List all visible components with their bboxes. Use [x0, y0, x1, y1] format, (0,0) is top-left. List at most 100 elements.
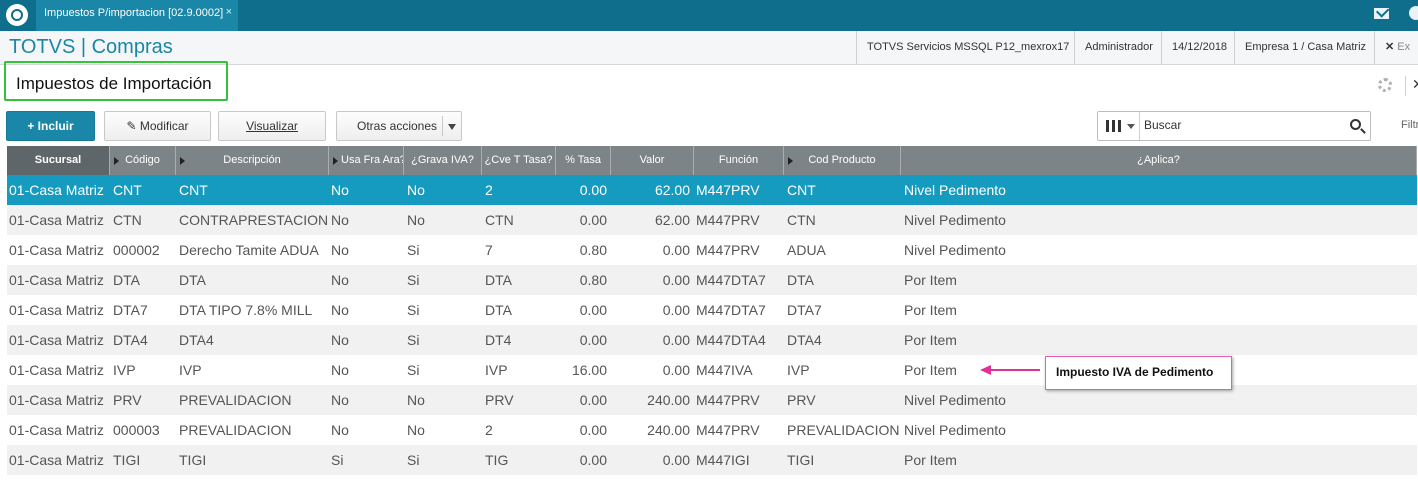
gear-icon[interactable]: [1378, 78, 1392, 92]
cell-codigo: DTA4: [113, 332, 148, 348]
cell-cod-producto: ADUA: [787, 242, 826, 258]
tab-impuestos-importacion[interactable]: Impuestos P/importacion [02.9.0002] ×: [36, 0, 238, 31]
cell-cod-producto: PREVALIDACION: [787, 422, 900, 438]
exit-button[interactable]: ✕ Ex: [1374, 31, 1418, 64]
column-header[interactable]: Descripción: [176, 146, 329, 175]
cell-usa-fra: No: [331, 302, 349, 318]
cell-cve-tasa: DTA: [485, 302, 512, 318]
cell-tasa: 0.00: [579, 392, 607, 408]
cell-aplica: Por Item: [904, 302, 957, 318]
modificar-button[interactable]: ✎ Modificar: [104, 111, 211, 141]
user-info: Administrador: [1074, 31, 1163, 64]
cell-sucursal: 01-Casa Matriz: [9, 452, 104, 468]
column-header[interactable]: Código: [110, 146, 176, 175]
cell-aplica: Por Item: [904, 272, 957, 288]
table-row[interactable]: 01-Casa Matriz 000002 Derecho Tamite ADU…: [7, 235, 1417, 265]
cell-codigo: 000002: [113, 242, 160, 258]
column-header[interactable]: Cod Producto: [784, 146, 901, 175]
visualizar-button[interactable]: Visualizar: [218, 111, 326, 141]
table-row[interactable]: 01-Casa Matriz DTA DTA No Si DTA 0.80 0.…: [7, 265, 1417, 295]
cell-tasa: 0.80: [579, 272, 607, 288]
close-icon[interactable]: ✕: [1412, 76, 1418, 93]
divider: [442, 116, 443, 136]
column-header[interactable]: ¿Aplica?: [901, 146, 1417, 175]
otras-acciones-button[interactable]: Otras acciones: [336, 111, 462, 141]
otras-acciones-label: Otras acciones: [357, 119, 438, 133]
column-header[interactable]: ¿Grava IVA?: [404, 146, 482, 175]
cell-valor: 0.00: [662, 272, 690, 288]
column-header[interactable]: Sucursal: [7, 146, 110, 175]
cell-funcion: M447DTA7: [696, 302, 766, 318]
cell-cve-tasa: 2: [485, 422, 493, 438]
cell-cve-tasa: IVP: [485, 362, 508, 378]
cell-cod-producto: PRV: [787, 392, 816, 408]
cell-usa-fra: No: [331, 392, 349, 408]
cell-funcion: M447DTA7: [696, 272, 766, 288]
pencil-icon: ✎: [126, 119, 140, 133]
table-row[interactable]: 01-Casa Matriz 000003 PREVALIDACION No N…: [7, 415, 1417, 445]
search-input[interactable]: Buscar: [1144, 118, 1181, 132]
server-info: TOTVS Servicios MSSQL P12_mexrox17: [856, 31, 1079, 64]
cell-descripcion: PREVALIDACION: [179, 392, 292, 408]
cell-valor: 0.00: [662, 452, 690, 468]
cell-funcion: M447IVA: [696, 362, 753, 378]
cell-usa-fra: No: [331, 182, 349, 198]
cell-codigo: CNT: [113, 182, 142, 198]
cell-aplica: Nivel Pedimento: [904, 182, 1006, 198]
company-info: Empresa 1 / Casa Matriz: [1234, 31, 1376, 64]
cell-grava-iva: Si: [407, 272, 420, 288]
table-row[interactable]: 01-Casa Matriz DTA4 DTA4 No Si DT4 0.00 …: [7, 325, 1417, 355]
totvs-logo-icon[interactable]: [6, 4, 28, 26]
cell-cve-tasa: 2: [485, 182, 493, 198]
column-header[interactable]: Función: [694, 146, 784, 175]
cell-aplica: Nivel Pedimento: [904, 212, 1006, 228]
column-header[interactable]: Valor: [611, 146, 694, 175]
cell-funcion: M447PRV: [696, 242, 760, 258]
cell-cod-producto: CNT: [787, 182, 816, 198]
search-box: Buscar: [1097, 111, 1371, 141]
cell-valor: 240.00: [647, 422, 690, 438]
cell-cod-producto: TIGI: [787, 452, 815, 468]
cell-cve-tasa: 7: [485, 242, 493, 258]
table-row[interactable]: 01-Casa Matriz TIGI TIGI Si Si TIG 0.00 …: [7, 445, 1417, 475]
tab-close-icon[interactable]: ×: [226, 6, 232, 18]
column-header[interactable]: % Tasa: [556, 146, 611, 175]
cell-funcion: M447PRV: [696, 182, 760, 198]
table-row[interactable]: 01-Casa Matriz CTN CONTRAPRESTACION No N…: [7, 205, 1417, 235]
grid-header: Sucursal Código Descripción Usa Fra Ara?…: [7, 146, 1417, 175]
cell-descripcion: DTA: [179, 272, 206, 288]
cell-tasa: 0.80: [579, 242, 607, 258]
chat-icon[interactable]: [1409, 6, 1418, 20]
cell-grava-iva: Si: [407, 302, 420, 318]
exit-label: Ex: [1397, 41, 1411, 53]
tab-title: Impuestos P/importacion [02.9.0002]: [44, 7, 224, 19]
cell-tasa: 0.00: [579, 452, 607, 468]
filter-label[interactable]: Filtr: [1401, 119, 1418, 131]
incluir-button[interactable]: + Incluir: [6, 111, 95, 141]
brand-title: TOTVS | Compras: [9, 36, 173, 58]
cell-valor: 0.00: [662, 332, 690, 348]
column-header[interactable]: ¿Cve T Tasa?: [482, 146, 556, 175]
cell-aplica: Nivel Pedimento: [904, 242, 1006, 258]
table-row[interactable]: 01-Casa Matriz CNT CNT No No 2 0.00 62.0…: [7, 175, 1417, 205]
cell-grava-iva: No: [407, 212, 425, 228]
search-icon[interactable]: [1350, 119, 1361, 130]
cell-sucursal: 01-Casa Matriz: [9, 272, 104, 288]
annotation-arrow: [990, 369, 1040, 371]
top-bar: Impuestos P/importacion [02.9.0002] ×: [0, 0, 1418, 31]
cell-sucursal: 01-Casa Matriz: [9, 302, 104, 318]
cell-descripcion: IVP: [179, 362, 202, 378]
mail-icon[interactable]: [1374, 8, 1389, 19]
cell-cve-tasa: TIG: [485, 452, 509, 468]
cell-sucursal: 01-Casa Matriz: [9, 332, 104, 348]
cell-sucursal: 01-Casa Matriz: [9, 242, 104, 258]
column-header[interactable]: Usa Fra Ara?: [329, 146, 404, 175]
cell-cve-tasa: DTA: [485, 272, 512, 288]
cell-valor: 62.00: [654, 182, 690, 198]
table-row[interactable]: 01-Casa Matriz DTA7 DTA TIPO 7.8% MILL N…: [7, 295, 1417, 325]
cell-codigo: 000003: [113, 422, 160, 438]
date-info: 14/12/2018: [1161, 31, 1237, 64]
incluir-label: Incluir: [37, 119, 74, 133]
cell-codigo: DTA: [113, 272, 140, 288]
columns-icon[interactable]: [1098, 112, 1140, 140]
